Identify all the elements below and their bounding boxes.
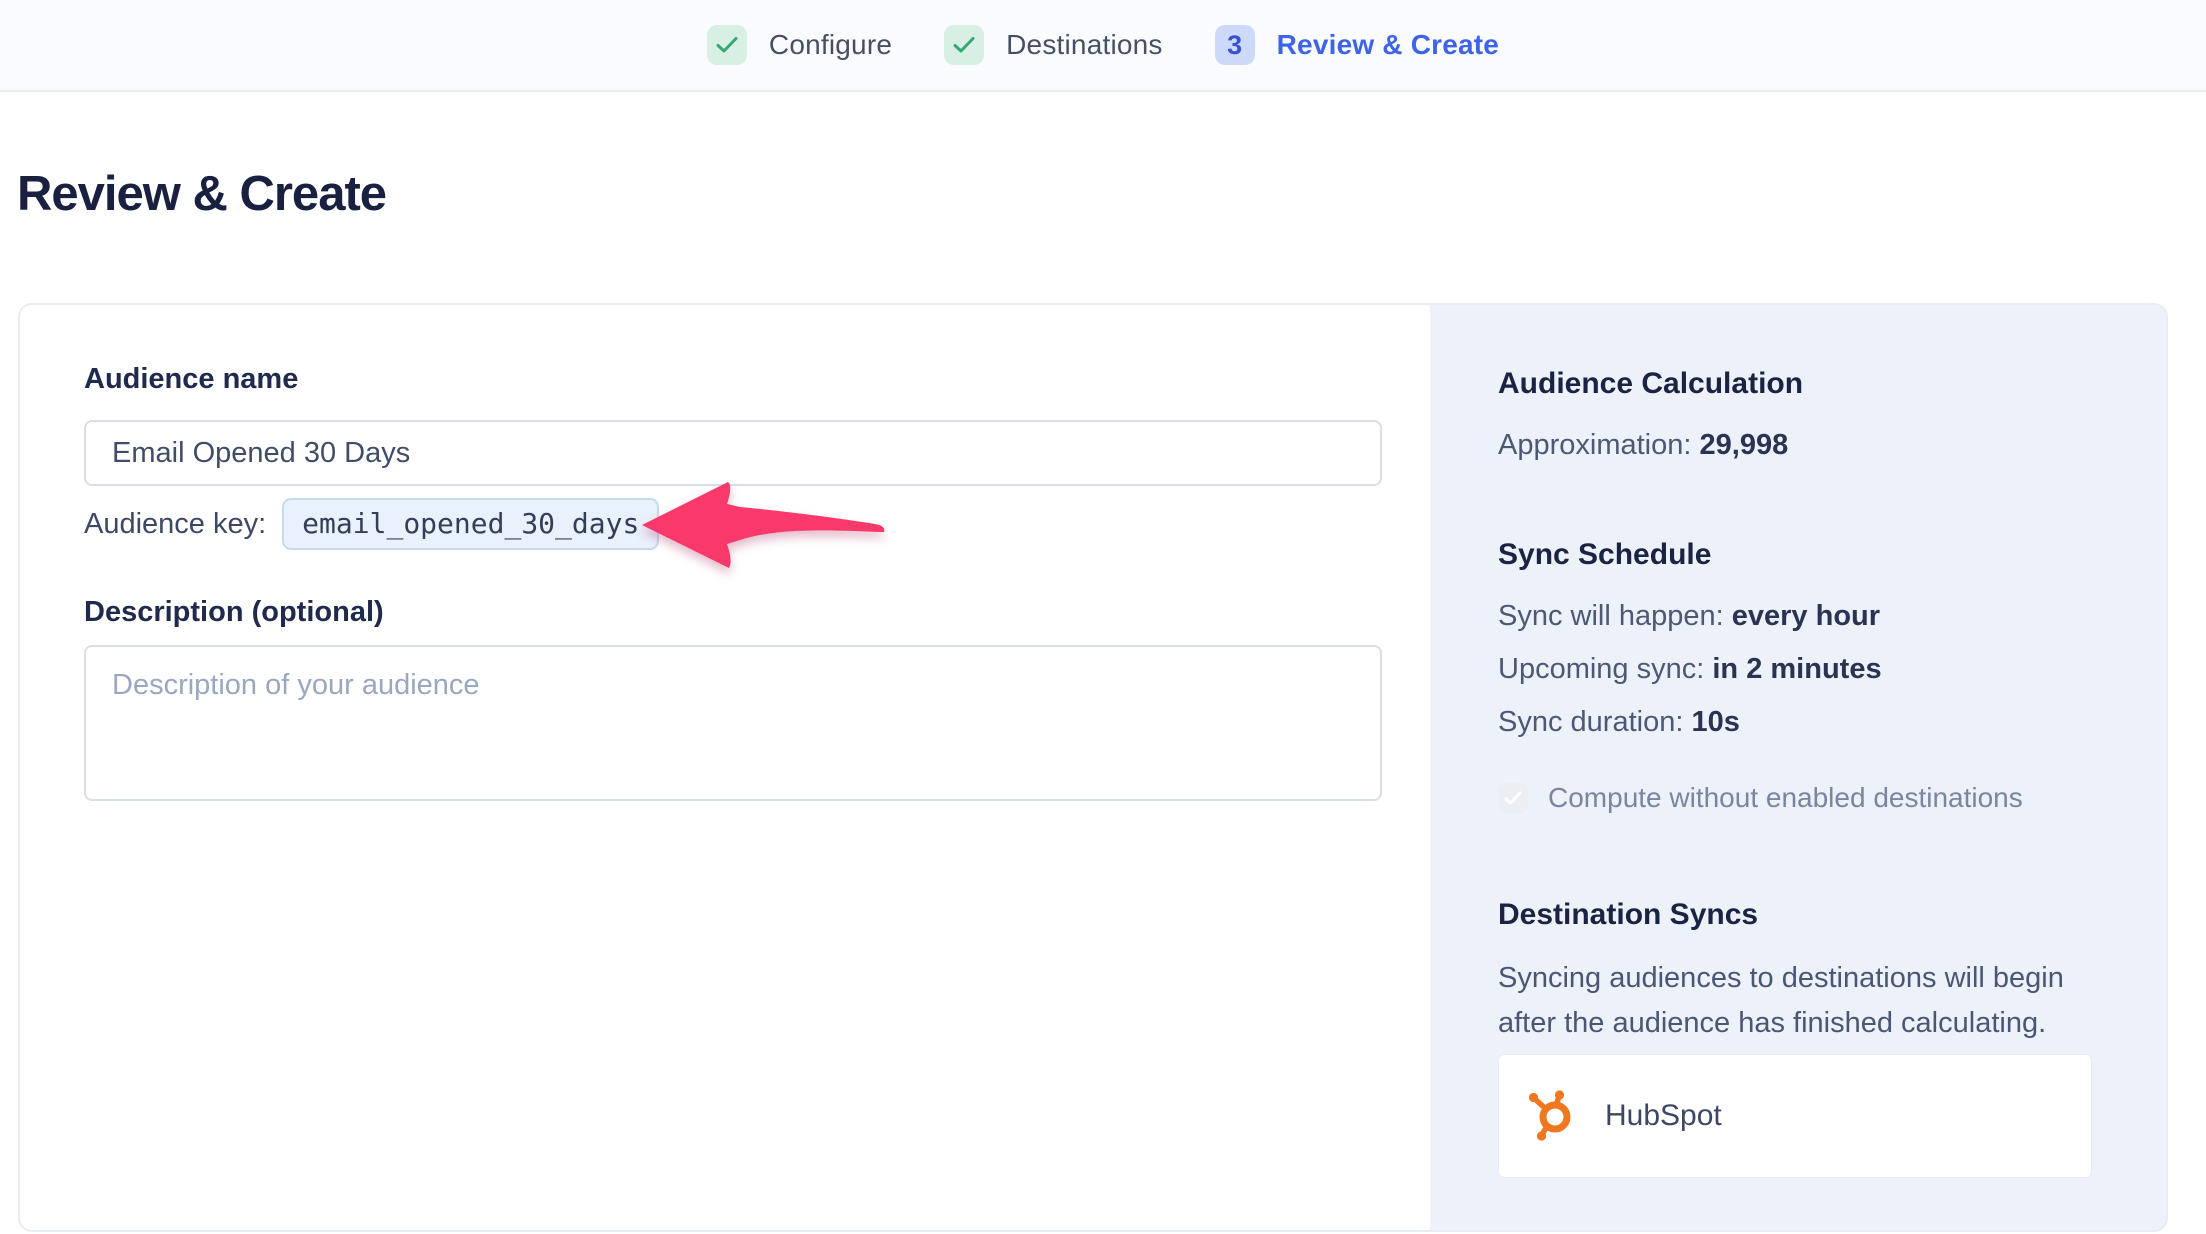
check-icon [953, 36, 975, 54]
upcoming-sync-label: Upcoming sync: [1498, 653, 1704, 685]
step-complete-badge [944, 25, 984, 65]
sync-duration-label: Sync duration: [1498, 706, 1683, 738]
step-configure[interactable]: Configure [707, 25, 892, 65]
summary-panel: Audience Calculation Approximation: 29,9… [1430, 305, 2166, 1230]
review-card: Audience name Audience key: email_opened… [18, 303, 2168, 1232]
wizard-stepper-bar: Configure Destinations 3 Review & Create [0, 0, 2206, 92]
destination-hubspot-card[interactable]: HubSpot [1498, 1054, 2092, 1178]
sync-duration-value: 10s [1691, 706, 1739, 738]
audience-form: Audience name Audience key: email_opened… [20, 305, 1430, 1230]
approximation-line: Approximation: 29,998 [1498, 429, 2098, 462]
step-number-badge: 3 [1215, 25, 1255, 65]
upcoming-sync-value: in 2 minutes [1712, 653, 1881, 685]
step-complete-badge [707, 25, 747, 65]
approximation-label: Approximation: [1498, 429, 1691, 461]
sync-duration-row: Sync duration: 10s [1498, 704, 2098, 740]
step-review-create[interactable]: 3 Review & Create [1215, 25, 1499, 65]
stepper: Configure Destinations 3 Review & Create [707, 25, 1499, 65]
destination-syncs-note: Syncing audiences to destinations will b… [1498, 956, 2098, 1046]
compute-checkbox[interactable] [1498, 783, 1528, 813]
audience-name-input[interactable] [84, 420, 1382, 486]
destination-syncs-heading: Destination Syncs [1498, 898, 2098, 932]
audience-key-label: Audience key: [84, 508, 266, 541]
destination-name: HubSpot [1605, 1099, 1722, 1133]
sync-schedule-heading: Sync Schedule [1498, 538, 2098, 572]
sync-will-happen-value: every hour [1732, 600, 1880, 632]
check-icon [716, 36, 738, 54]
compute-checkbox-label: Compute without enabled destinations [1548, 782, 2023, 814]
audience-key-row: Audience key: email_opened_30_days [84, 498, 1430, 550]
check-icon [1504, 791, 1522, 805]
description-textarea[interactable] [84, 645, 1382, 801]
step-configure-label: Configure [769, 29, 892, 61]
sync-will-happen-row: Sync will happen: every hour [1498, 598, 2098, 634]
page-title: Review & Create [17, 166, 386, 222]
audience-key-chip: email_opened_30_days [282, 498, 659, 550]
audience-calculation-heading: Audience Calculation [1498, 367, 2098, 401]
step-destinations-label: Destinations [1006, 29, 1162, 61]
audience-name-label: Audience name [84, 363, 1430, 396]
sync-will-happen-label: Sync will happen: [1498, 600, 1724, 632]
hubspot-logo-icon [1525, 1089, 1585, 1143]
upcoming-sync-row: Upcoming sync: in 2 minutes [1498, 651, 2098, 687]
description-label: Description (optional) [84, 596, 1430, 629]
compute-without-destinations-row[interactable]: Compute without enabled destinations [1498, 782, 2098, 814]
step-destinations[interactable]: Destinations [944, 25, 1162, 65]
approximation-value: 29,998 [1700, 429, 1789, 461]
step-review-create-label: Review & Create [1277, 29, 1499, 61]
